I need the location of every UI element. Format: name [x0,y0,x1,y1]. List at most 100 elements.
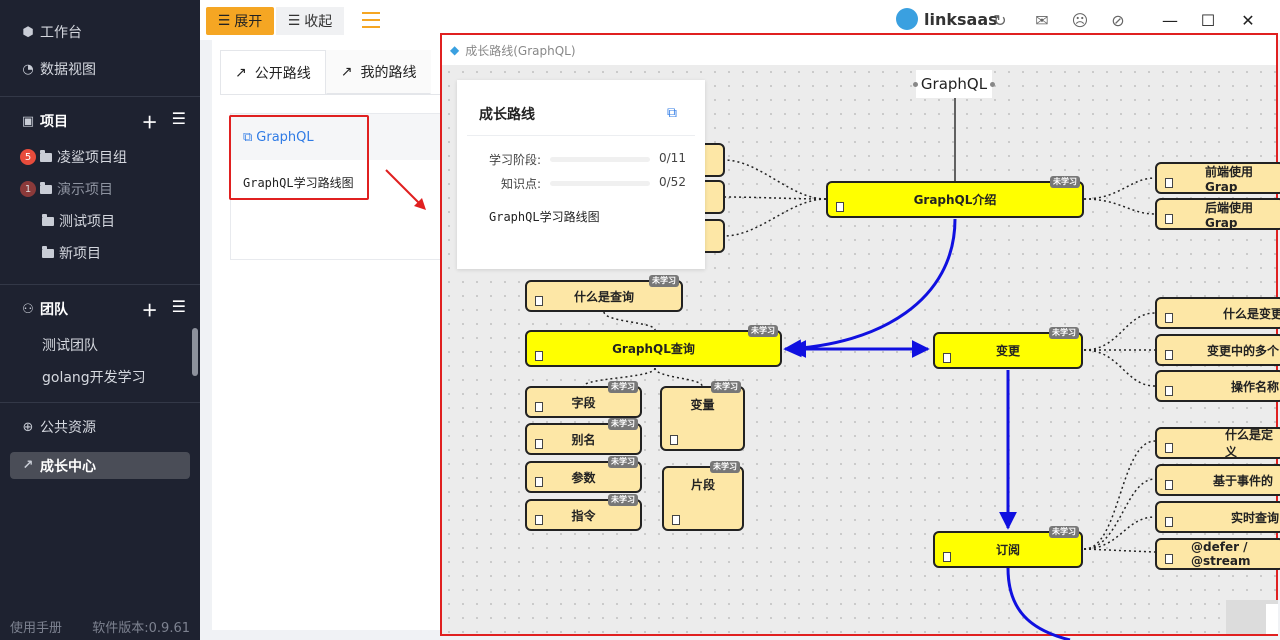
expand-button[interactable]: ☰ 展开 [206,7,274,35]
doc-icon [943,353,951,363]
tab-underline [220,94,450,95]
knowledge-progress-bar [550,181,650,186]
doc-icon [943,552,951,562]
collapse-label: 收起 [304,14,333,30]
folder-icon [42,213,54,226]
node-label: 变更中的多个 [1207,343,1280,358]
node-label: 操作名称 [1231,379,1280,394]
sidebar-scrollbar[interactable] [192,328,198,376]
graph-node-event-based[interactable]: 基于事件的 [1155,464,1280,496]
graph-node-directive[interactable]: 未学习 指令 [525,494,642,531]
sidebar-item-label: 数据视图 [40,62,96,78]
sidebar-item-project[interactable]: 测试项目 [0,206,200,236]
close-icon[interactable]: ✕ [1238,10,1258,30]
tab-my-routes[interactable]: ↗ 我的路线 [325,50,432,94]
sidebar-item-label: 测试团队 [42,338,98,354]
stage-value: 0/11 [659,151,686,165]
graph-node-field[interactable]: 未学习 字段 [525,381,642,418]
graph-node-what-query[interactable]: 未学习 什么是查询 [525,275,683,312]
doc-icon [535,515,543,525]
manual-link[interactable]: 使用手册 [10,617,62,636]
highlight-box [229,115,369,200]
graph-node-op-name[interactable]: 操作名称 [1155,370,1280,402]
route-info-panel: 成长路线 ⧉ 学习阶段: 0/11 知识点: 0/52 GraphQL学习路线图 [457,80,705,269]
add-team-icon[interactable]: ＋ [142,297,158,321]
globe-icon: ⊕ [22,419,34,435]
status-tag: 未学习 [748,325,778,337]
graph-node-multi-mutation[interactable]: 变更中的多个 [1155,334,1280,366]
doc-icon [535,477,543,487]
doc-icon [1165,350,1173,360]
sidebar-item-project[interactable]: 5 凌鲨项目组 [0,142,200,172]
menu-icon[interactable] [362,12,380,28]
collapse-button[interactable]: ☰ 收起 [276,7,344,35]
graph-node-frontend[interactable]: 前端使用Grap [1155,162,1280,194]
graph-node-alias[interactable]: 未学习 别名 [525,418,642,455]
face-icon[interactable]: ☹ [1070,11,1090,30]
collapse-icon: ☰ [287,13,301,29]
projects-header: ▣ 项目 ＋ ☰ [0,106,200,136]
graph-node-variable[interactable]: 未学习 变量 [660,381,745,451]
graph-root-node[interactable]: GraphQL [913,70,995,98]
trend-icon: ↗ [22,458,34,473]
graph-node-defer-stream[interactable]: @defer / @stream [1155,538,1280,570]
app-logo-icon: ◆ [450,43,460,57]
brand: linksaas [896,8,998,30]
node-label: 参数 [571,470,596,485]
graph-node-fragment[interactable]: 未学习 片段 [662,461,744,531]
add-project-icon[interactable]: ＋ [142,109,158,133]
doc-icon [1165,517,1173,527]
sidebar-footer: 使用手册 软件版本:0.9.61 [10,617,190,636]
node-handle[interactable] [990,82,995,87]
eye-off-icon[interactable]: ⊘ [1108,11,1128,30]
node-label: @defer / @stream [1191,540,1251,568]
graph-node-intro[interactable]: 未学习 GraphQL介绍 [826,176,1084,218]
graph-node-what-mutation[interactable]: 什么是变更 [1155,297,1280,329]
window-title: 成长路线(GraphQL) [465,43,576,58]
list-icon[interactable]: ☰ [172,109,186,133]
sidebar-item-workbench[interactable]: ⬢ 工作台 [0,17,200,47]
sidebar-item-team[interactable]: 测试团队 [0,330,200,360]
divider [467,135,695,136]
doc-icon [535,296,543,306]
graph-node-what-def[interactable]: 什么是定义 [1155,427,1280,459]
expand-icon: ☰ [217,13,231,29]
sidebar-item-project[interactable]: 1 演示项目 [0,174,200,204]
node-label: 变更 [995,344,1020,358]
sidebar-item-growth-center[interactable]: ↗ 成长中心 [10,452,190,479]
sidebar-item-team[interactable]: golang开发学习 [0,362,200,392]
route-tabs: ↗ 公开路线 ↗ 我的路线 [220,50,432,94]
list-icon[interactable]: ☰ [172,297,186,321]
node-label: 变量 [690,398,715,412]
cube-icon: ⬢ [22,24,34,40]
mail-icon[interactable]: ✉ [1032,11,1052,30]
tab-public-routes[interactable]: ↗ 公开路线 [220,50,326,94]
graph-node-args[interactable]: 未学习 参数 [525,456,642,493]
sidebar-item-data-view[interactable]: ◔ 数据视图 [0,54,200,84]
maximize-icon[interactable]: ☐ [1198,10,1218,30]
minimap-corner[interactable] [1226,600,1278,634]
graph-node-mutation[interactable]: 未学习 变更 [933,327,1083,369]
status-tag: 未学习 [1050,176,1080,188]
sidebar-item-label: 工作台 [40,25,82,41]
divider [0,284,200,285]
folder-icon [40,149,52,162]
sidebar-item-label: 凌鲨项目组 [57,150,127,166]
sidebar-item-public-resources[interactable]: ⊕ 公共资源 [0,412,200,442]
doc-icon [535,439,543,449]
node-label: 片段 [690,478,715,492]
graph-node-query[interactable]: 未学习 GraphQL查询 [525,325,782,367]
node-label: 实时查询 [1231,510,1280,525]
doc-icon [670,435,678,445]
graph-node-realtime[interactable]: 实时查询 [1155,501,1280,533]
graph-node-backend[interactable]: 后端使用Grap [1155,198,1280,230]
node-handle[interactable] [913,82,918,87]
refresh-icon[interactable]: ↻ [990,11,1010,30]
sidebar-item-project[interactable]: 新项目 [0,238,200,268]
minimize-icon[interactable]: — [1160,10,1180,30]
doc-icon [1165,554,1173,564]
annotation-arrow [385,169,426,210]
unread-badge: 1 [20,181,36,197]
external-link-icon[interactable]: ⧉ [667,105,677,121]
graph-node-subscription[interactable]: 未学习 订阅 [933,526,1083,568]
